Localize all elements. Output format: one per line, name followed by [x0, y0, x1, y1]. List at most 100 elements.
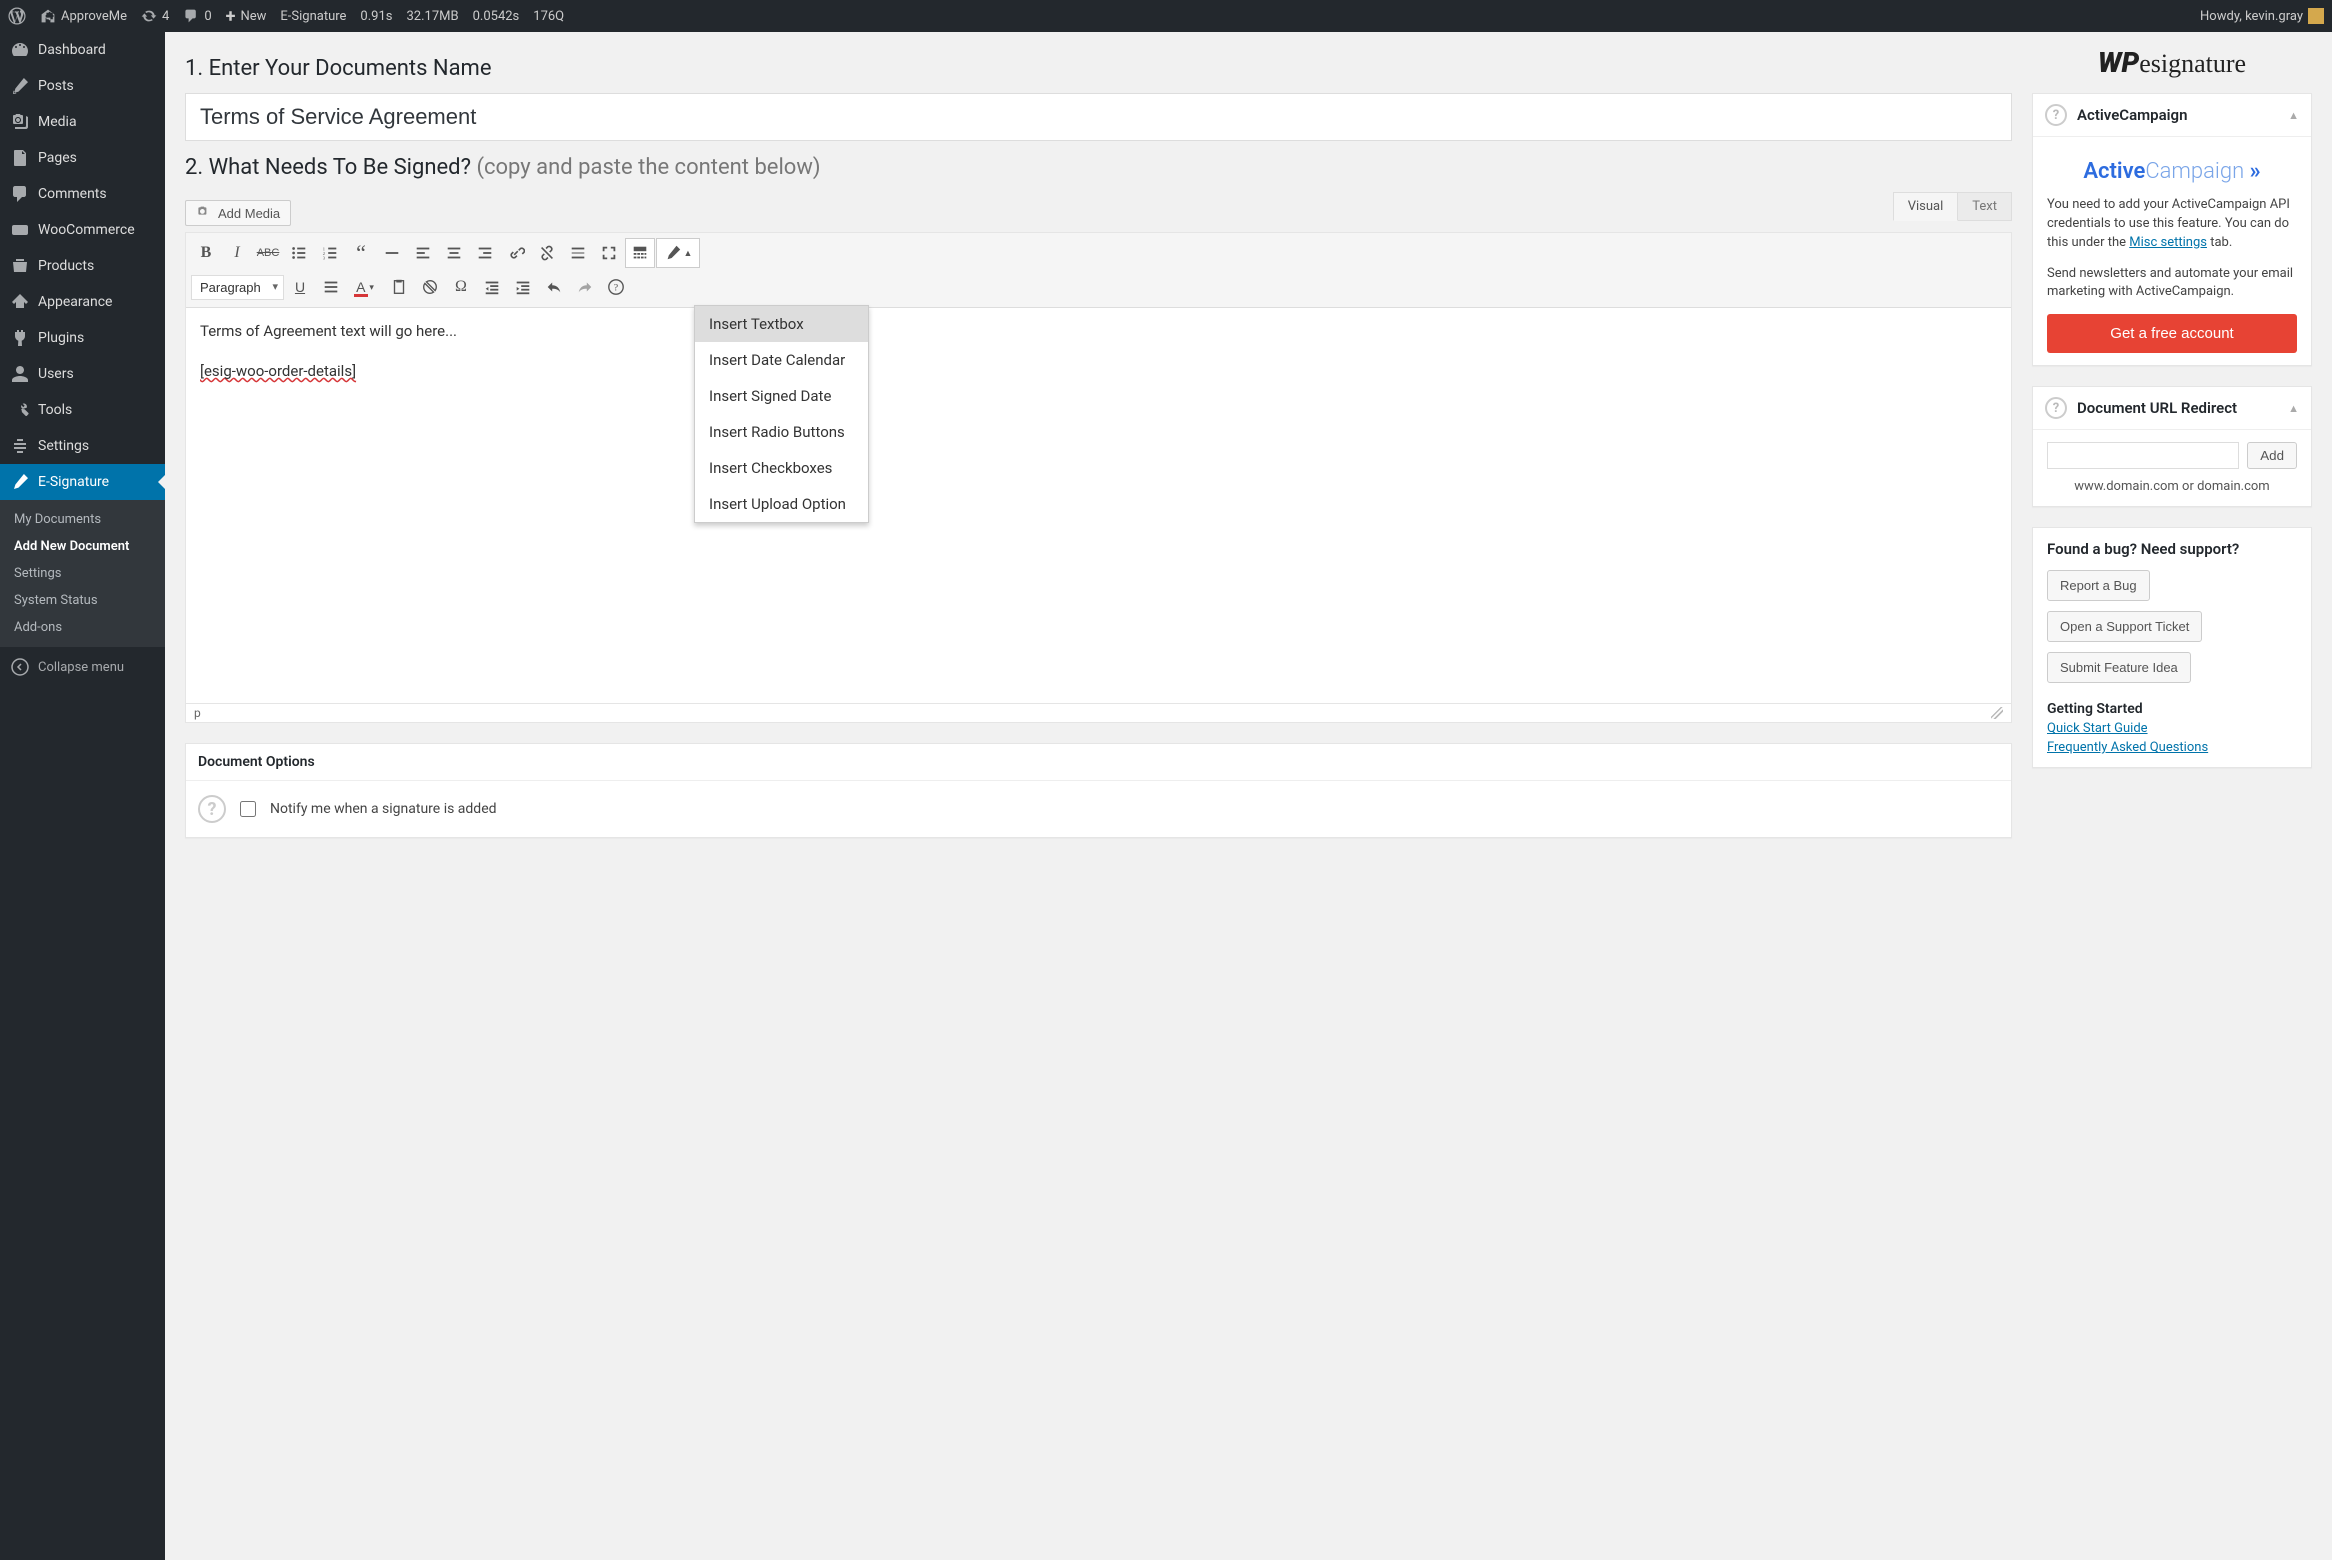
toolbar-toggle-button[interactable] — [625, 238, 655, 268]
esignature-submenu: My Documents Add New Document Settings S… — [0, 500, 165, 647]
url-add-button[interactable]: Add — [2247, 442, 2297, 469]
menu-dashboard[interactable]: Dashboard — [0, 32, 165, 68]
menu-media[interactable]: Media — [0, 104, 165, 140]
editor-toolbar: B I ABC 123 “ — [186, 233, 2011, 308]
align-center-button[interactable] — [439, 238, 469, 268]
notify-checkbox[interactable] — [240, 801, 256, 817]
document-options-box: Document Options ? Notify me when a sign… — [185, 743, 2012, 838]
help-icon[interactable]: ? — [198, 795, 226, 823]
document-title-input[interactable] — [185, 93, 2012, 141]
submenu-add-new-document[interactable]: Add New Document — [0, 533, 165, 560]
unlink-button[interactable] — [532, 238, 562, 268]
submenu-addons[interactable]: Add-ons — [0, 614, 165, 641]
align-left-button[interactable] — [408, 238, 438, 268]
toggle-icon[interactable]: ▲ — [2288, 109, 2299, 122]
collapse-menu[interactable]: Collapse menu — [0, 647, 165, 687]
menu-pages[interactable]: Pages — [0, 140, 165, 176]
debug-q: 176Q — [533, 9, 564, 24]
menu-settings[interactable]: Settings — [0, 428, 165, 464]
step2-heading: 2. What Needs To Be Signed? (copy and pa… — [185, 155, 2012, 180]
get-free-account-button[interactable]: Get a free account — [2047, 314, 2297, 353]
format-select[interactable]: Paragraph — [191, 275, 284, 300]
menu-appearance[interactable]: Appearance — [0, 284, 165, 320]
status-path: p — [194, 706, 201, 720]
help-button[interactable]: ? — [601, 272, 631, 302]
numbered-list-button[interactable]: 123 — [315, 238, 345, 268]
misc-settings-link[interactable]: Misc settings — [2129, 235, 2207, 250]
menu-products[interactable]: Products — [0, 248, 165, 284]
menu-woocommerce[interactable]: WooCommerce — [0, 212, 165, 248]
open-ticket-button[interactable]: Open a Support Ticket — [2047, 611, 2202, 642]
adminbar-esignature[interactable]: E-Signature — [280, 9, 346, 24]
ac-logo: ActiveCampaign » — [2047, 149, 2297, 196]
submenu-system-status[interactable]: System Status — [0, 587, 165, 614]
url-redirect-input[interactable] — [2047, 442, 2239, 469]
menu-plugins[interactable]: Plugins — [0, 320, 165, 356]
insert-dropdown-button[interactable]: ▲ — [656, 238, 700, 268]
tab-visual[interactable]: Visual — [1893, 192, 1959, 221]
admin-sidebar: Dashboard Posts Media Pages Comments Woo… — [0, 32, 165, 1560]
bold-button[interactable]: B — [191, 238, 221, 268]
quick-start-link[interactable]: Quick Start Guide — [2047, 721, 2297, 736]
insert-signed-date[interactable]: Insert Signed Date — [695, 378, 868, 414]
support-widget: Found a bug? Need support? Report a Bug … — [2032, 527, 2312, 768]
insert-radio-buttons[interactable]: Insert Radio Buttons — [695, 414, 868, 450]
menu-posts[interactable]: Posts — [0, 68, 165, 104]
add-media-button[interactable]: Add Media — [185, 200, 291, 226]
getting-started-label: Getting Started — [2047, 701, 2297, 717]
link-button[interactable] — [501, 238, 531, 268]
howdy-user[interactable]: Howdy, kevin.gray — [2200, 8, 2324, 24]
align-right-button[interactable] — [470, 238, 500, 268]
editor: B I ABC 123 “ — [185, 232, 2012, 723]
site-name[interactable]: ApproveMe — [40, 8, 127, 24]
blockquote-button[interactable]: “ — [346, 238, 376, 268]
report-bug-button[interactable]: Report a Bug — [2047, 570, 2150, 601]
document-options-header: Document Options — [186, 744, 2011, 781]
submenu-my-documents[interactable]: My Documents — [0, 506, 165, 533]
italic-button[interactable]: I — [222, 238, 252, 268]
strikethrough-button[interactable]: ABC — [253, 238, 283, 268]
new-content[interactable]: +New — [226, 6, 267, 27]
resize-grip-icon[interactable] — [1991, 707, 2003, 719]
help-icon[interactable]: ? — [2045, 397, 2067, 419]
wp-logo-icon[interactable] — [8, 7, 26, 25]
avatar-icon — [2308, 8, 2324, 24]
clear-format-button[interactable] — [415, 272, 445, 302]
tab-text[interactable]: Text — [1957, 192, 2012, 221]
toggle-icon[interactable]: ▲ — [2288, 402, 2299, 415]
debug-time: 0.91s — [360, 9, 392, 24]
fullscreen-button[interactable] — [594, 238, 624, 268]
indent-button[interactable] — [508, 272, 538, 302]
ac-text1: You need to add your ActiveCampaign API … — [2047, 196, 2297, 253]
editor-body[interactable]: Terms of Agreement text will go here... … — [186, 308, 2011, 703]
editor-line1: Terms of Agreement text will go here... — [200, 322, 1997, 340]
more-button[interactable] — [563, 238, 593, 268]
menu-tools[interactable]: Tools — [0, 392, 165, 428]
special-char-button[interactable]: Ω — [446, 272, 476, 302]
underline-button[interactable]: U — [285, 272, 315, 302]
submenu-settings[interactable]: Settings — [0, 560, 165, 587]
outdent-button[interactable] — [477, 272, 507, 302]
support-title: Found a bug? Need support? — [2047, 540, 2297, 558]
redo-button[interactable] — [570, 272, 600, 302]
menu-comments[interactable]: Comments — [0, 176, 165, 212]
updates[interactable]: 4 — [141, 8, 169, 24]
help-icon[interactable]: ? — [2045, 104, 2067, 126]
justify-button[interactable] — [316, 272, 346, 302]
menu-users[interactable]: Users — [0, 356, 165, 392]
undo-button[interactable] — [539, 272, 569, 302]
comments-count[interactable]: 0 — [183, 8, 211, 24]
text-color-button[interactable]: A▾ — [347, 272, 383, 302]
bullet-list-button[interactable] — [284, 238, 314, 268]
insert-date-calendar[interactable]: Insert Date Calendar — [695, 342, 868, 378]
admin-bar: ApproveMe 4 0 +New E-Signature 0.91s 32.… — [0, 0, 2332, 32]
wpe-logo: WPesignature — [2032, 46, 2312, 79]
hr-button[interactable] — [377, 238, 407, 268]
submit-feature-button[interactable]: Submit Feature Idea — [2047, 652, 2191, 683]
insert-checkboxes[interactable]: Insert Checkboxes — [695, 450, 868, 486]
insert-textbox[interactable]: Insert Textbox — [695, 306, 868, 342]
insert-upload-option[interactable]: Insert Upload Option — [695, 486, 868, 522]
faq-link[interactable]: Frequently Asked Questions — [2047, 740, 2297, 755]
paste-text-button[interactable] — [384, 272, 414, 302]
menu-esignature[interactable]: E-Signature — [0, 464, 165, 500]
